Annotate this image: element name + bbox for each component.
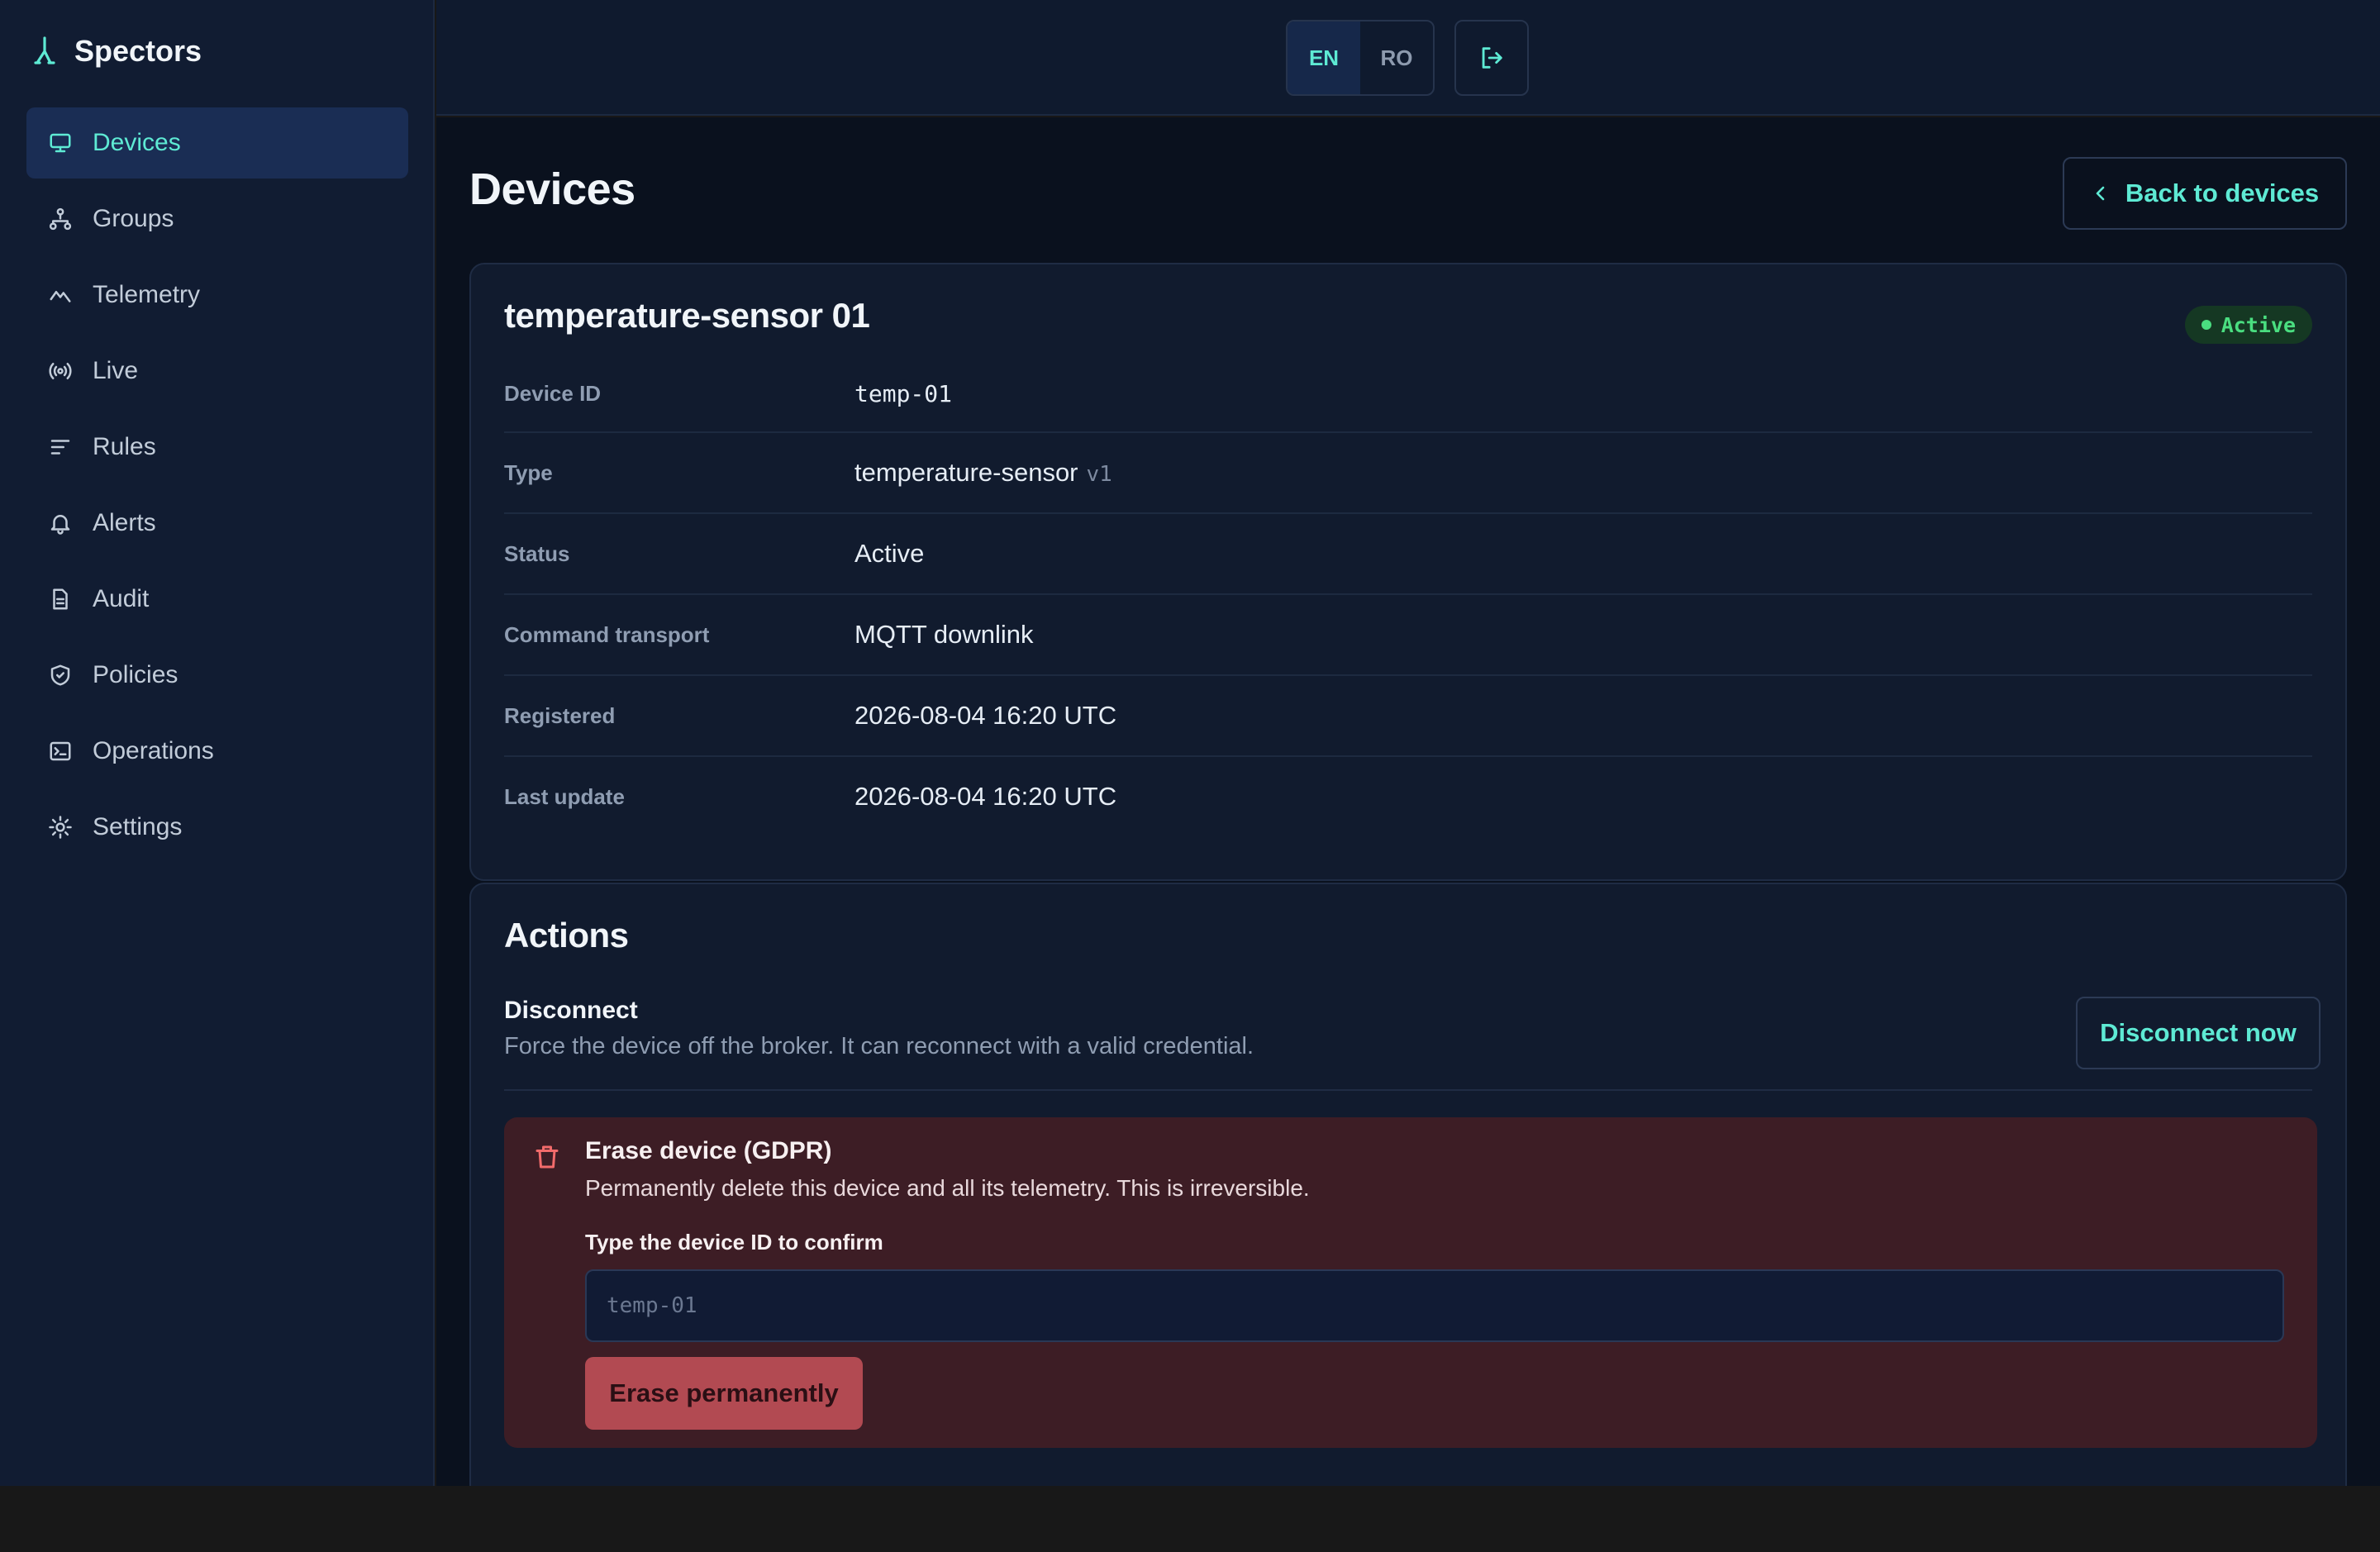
sidebar-nav: Devices Groups Telemetry Live Rules Aler… [26, 107, 408, 868]
brand[interactable]: Spectors [33, 28, 202, 74]
actions-title: Actions [504, 916, 629, 955]
property-row-device-id: Device ID temp-01 [504, 355, 2312, 433]
property-label: Registered [504, 702, 616, 728]
page-title: Devices [469, 164, 635, 214]
sidebar-item-label: Rules [93, 433, 156, 460]
property-row-type: Type temperature-sensor v1 [504, 433, 2312, 514]
spectors-logo-icon [33, 35, 56, 68]
property-label: Command transport [504, 621, 710, 647]
shield-icon [46, 661, 74, 689]
disconnect-description: Force the device off the broker. It can … [504, 1033, 1254, 1059]
top-bar: EN RO [436, 0, 2380, 116]
sidebar-item-label: Devices [93, 129, 181, 156]
sidebar-item-rules[interactable]: Rules [26, 412, 408, 483]
confirm-field-label: Type the device ID to confirm [585, 1230, 883, 1254]
sidebar-item-label: Audit [93, 585, 150, 612]
network-icon [46, 205, 74, 233]
sidebar-item-label: Telemetry [93, 281, 201, 308]
registered-value: 2026-08-04 16:20 UTC [854, 701, 1117, 730]
language-en-button[interactable]: EN [1288, 21, 1360, 94]
type-version: v1 [1086, 462, 1112, 487]
trash-icon [532, 1142, 562, 1172]
property-row-registered: Registered 2026-08-04 16:20 UTC [504, 676, 2312, 757]
logout-icon [1478, 44, 1506, 72]
actions-card: Actions Disconnect Force the device off … [469, 883, 2347, 1519]
property-row-transport: Command transport MQTT downlink [504, 595, 2312, 676]
device-id-value: temp-01 [854, 379, 953, 407]
app-name: Spectors [74, 34, 202, 68]
sidebar-item-label: Policies [93, 661, 178, 688]
sidebar-item-label: Operations [93, 737, 214, 764]
terminal-icon [46, 737, 74, 765]
erase-permanently-button[interactable]: Erase permanently [585, 1357, 863, 1430]
language-ro-button[interactable]: RO [1360, 21, 1433, 94]
back-to-devices-button[interactable]: Back to devices [2063, 157, 2347, 230]
property-label: Type [504, 459, 553, 485]
status-value: Active [854, 539, 925, 568]
property-row-status: Status Active [504, 514, 2312, 595]
last-update-value: 2026-08-04 16:20 UTC [854, 782, 1117, 811]
status-badge: Active [2184, 306, 2312, 344]
confirm-device-id-input[interactable] [585, 1269, 2284, 1342]
type-name: temperature-sensor [854, 458, 1078, 487]
gear-icon [46, 813, 74, 841]
sidebar-item-label: Groups [93, 205, 174, 232]
sidebar-item-settings[interactable]: Settings [26, 792, 408, 863]
erase-description: Permanently delete this device and all i… [585, 1175, 1310, 1201]
bottom-strip [0, 1486, 2380, 1552]
device-details-card: temperature-sensor 01 Active Device ID t… [469, 263, 2347, 881]
type-value: temperature-sensor v1 [854, 458, 1112, 488]
sidebar-item-live[interactable]: Live [26, 336, 408, 407]
sidebar-item-label: Settings [93, 813, 183, 840]
disconnect-title: Disconnect [504, 997, 638, 1024]
erase-device-panel: Erase device (GDPR) Permanently delete t… [504, 1117, 2317, 1448]
chart-line-icon [46, 281, 74, 309]
erase-title: Erase device (GDPR) [585, 1137, 832, 1164]
sidebar-item-groups[interactable]: Groups [26, 183, 408, 255]
status-badge-label: Active [2221, 312, 2296, 337]
sidebar-item-telemetry[interactable]: Telemetry [26, 259, 408, 331]
sidebar-item-audit[interactable]: Audit [26, 564, 408, 635]
device-name: temperature-sensor 01 [504, 296, 870, 335]
sidebar-item-operations[interactable]: Operations [26, 716, 408, 787]
language-switcher: EN RO [1286, 20, 1435, 96]
sidebar: Spectors Devices Groups Telemetry Live R… [0, 0, 435, 1486]
sidebar-item-devices[interactable]: Devices [26, 107, 408, 179]
divider [504, 1089, 2312, 1091]
status-dot-icon [2201, 320, 2211, 330]
sidebar-item-label: Live [93, 357, 139, 384]
sidebar-item-policies[interactable]: Policies [26, 640, 408, 711]
back-button-label: Back to devices [2125, 179, 2320, 207]
disconnect-now-button[interactable]: Disconnect now [2076, 997, 2320, 1069]
transport-value: MQTT downlink [854, 620, 1034, 649]
property-label: Last update [504, 783, 625, 809]
property-label: Device ID [504, 380, 602, 406]
broadcast-icon [46, 357, 74, 385]
property-label: Status [504, 540, 570, 566]
sidebar-item-alerts[interactable]: Alerts [26, 488, 408, 559]
document-icon [46, 585, 74, 613]
main-content: Devices Back to devices temperature-sens… [436, 117, 2380, 1519]
sidebar-item-label: Alerts [93, 509, 156, 536]
device-properties: Device ID temp-01 Type temperature-senso… [504, 355, 2312, 836]
monitor-icon [46, 129, 74, 157]
rules-list-icon [46, 433, 74, 461]
chevron-left-icon [2091, 183, 2111, 203]
bell-icon [46, 509, 74, 537]
logout-button[interactable] [1454, 20, 1529, 96]
property-row-last-update: Last update 2026-08-04 16:20 UTC [504, 757, 2312, 836]
